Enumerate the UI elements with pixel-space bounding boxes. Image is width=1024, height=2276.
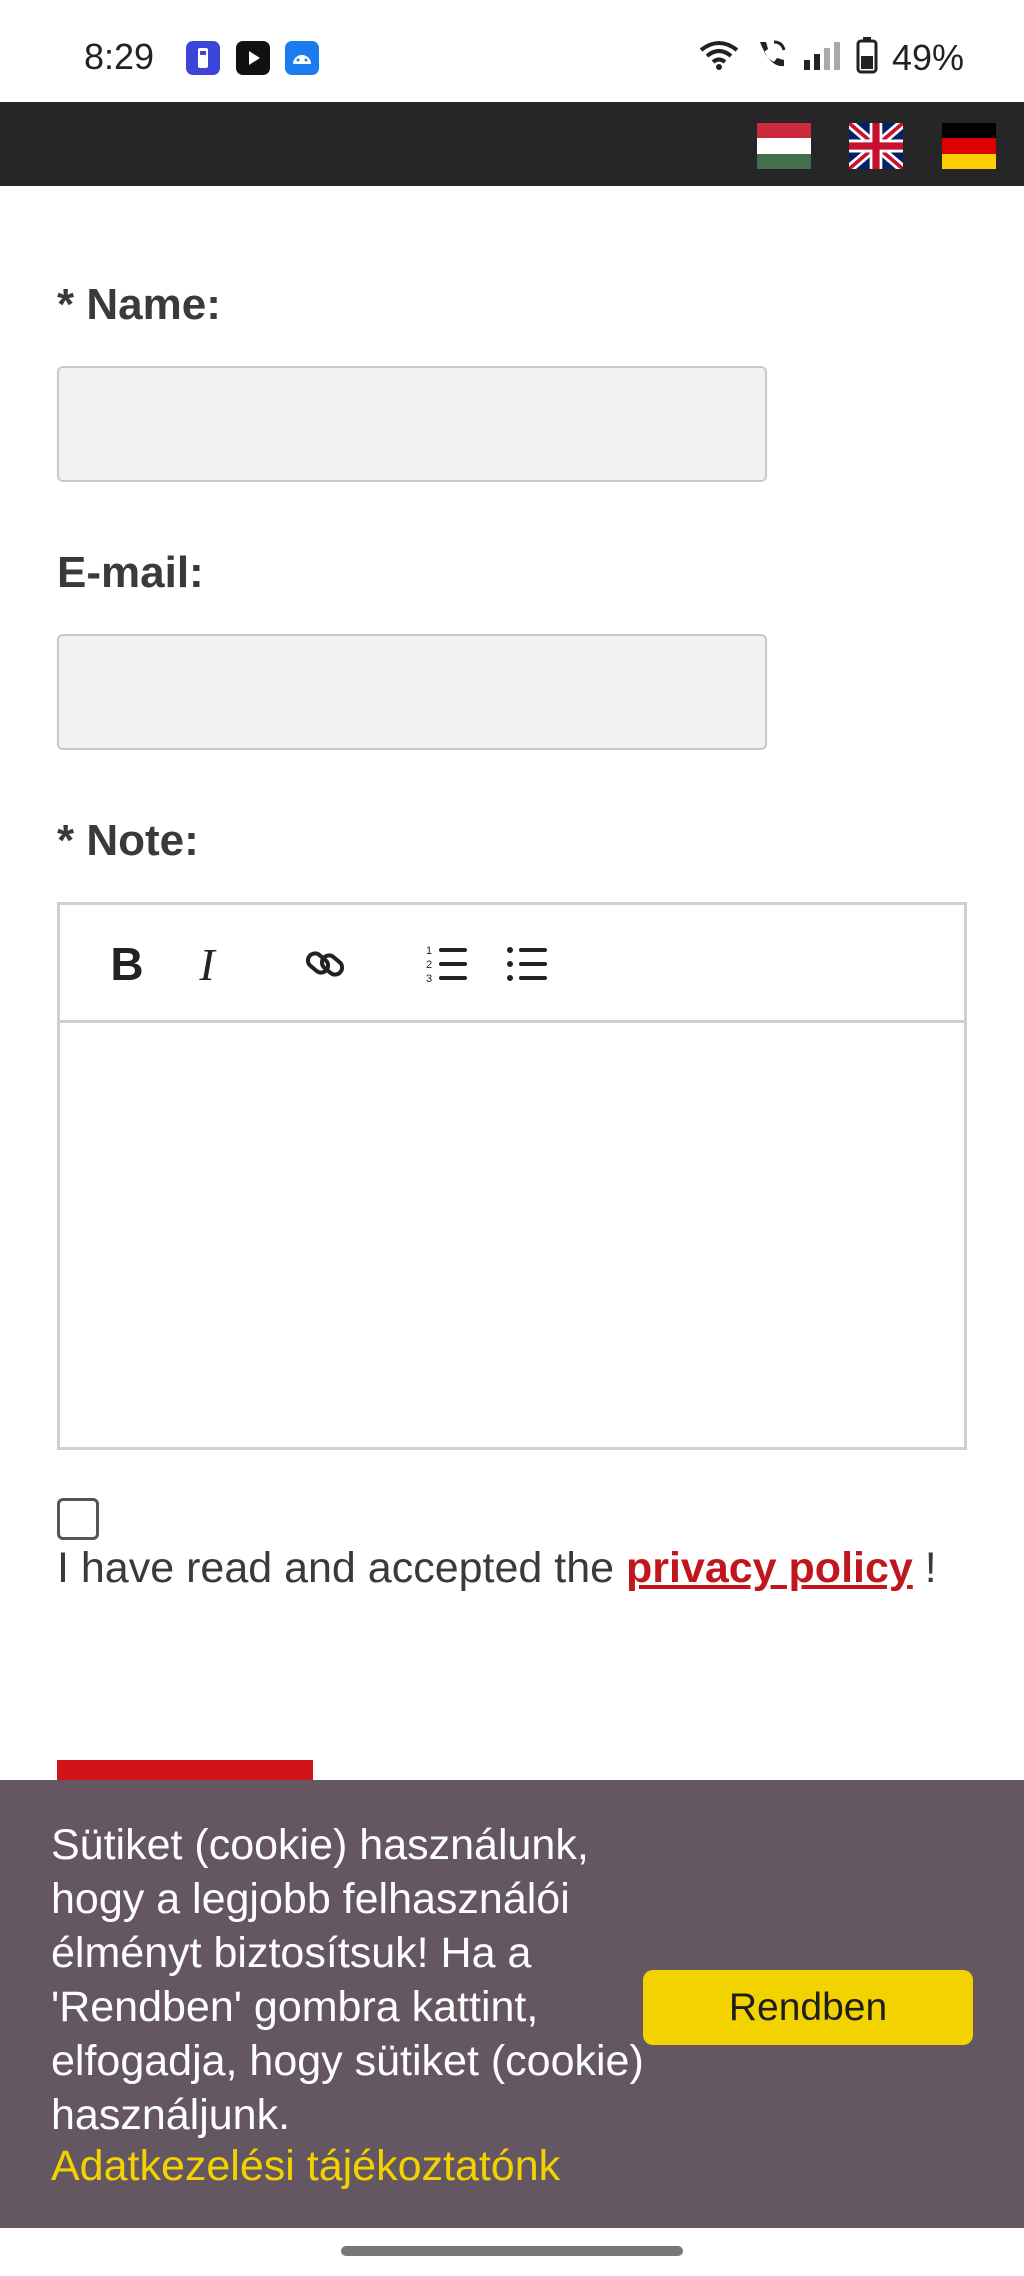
privacy-info-link[interactable]: Adatkezelési tájékoztatónk [51,2142,560,2191]
note-label: * Note: [57,816,199,865]
italic-button[interactable]: I [184,939,230,990]
consent-text: I have read and accepted the privacy pol… [57,1544,937,1593]
status-icons: 49% [698,36,964,79]
accept-cookies-button[interactable]: Rendben [643,1970,973,2045]
note-text-area[interactable] [60,1023,964,1447]
battery-percentage: 49% [891,36,964,78]
consent-suffix: ! [912,1544,937,1592]
email-label: E-mail: [57,548,204,597]
privacy-policy-link[interactable]: privacy policy [626,1544,913,1592]
bullet-list-icon[interactable] [504,941,550,987]
svg-text:2: 2 [426,959,432,971]
flashlight-app-icon [186,41,220,75]
editor-toolbar: B I 1 2 3 [60,905,964,1023]
battery-icon [856,36,878,79]
flag-english[interactable] [849,123,903,169]
privacy-consent-checkbox[interactable] [57,1498,99,1540]
email-input[interactable] [57,634,767,750]
svg-text:1: 1 [426,945,432,957]
status-time: 8:29 [84,36,155,77]
wifi-icon [698,38,740,77]
youtube-app-icon [236,41,270,75]
status-bar: 8:29 49% [0,0,1024,102]
link-icon[interactable] [302,941,348,987]
flag-german[interactable] [942,123,996,169]
svg-text:3: 3 [426,973,432,985]
cookie-banner: Sütiket (cookie) használunk, hogy a legj… [0,1780,1024,2228]
name-label: * Name: [57,280,221,329]
flag-hungarian[interactable] [757,123,811,169]
ordered-list-icon[interactable]: 1 2 3 [424,941,470,987]
cookie-message: Sütiket (cookie) használunk, hogy a legj… [51,1821,644,2139]
android-app-icon [285,41,319,75]
note-editor: B I 1 2 3 [57,902,967,1450]
home-gesture-bar[interactable] [341,2246,683,2256]
signal-icon [802,38,842,77]
name-input[interactable] [57,366,767,482]
wifi-calling-icon [754,38,788,77]
consent-prefix: I have read and accepted the [57,1544,626,1592]
bold-button[interactable]: B [104,938,150,990]
top-navigation-bar [0,102,1024,186]
